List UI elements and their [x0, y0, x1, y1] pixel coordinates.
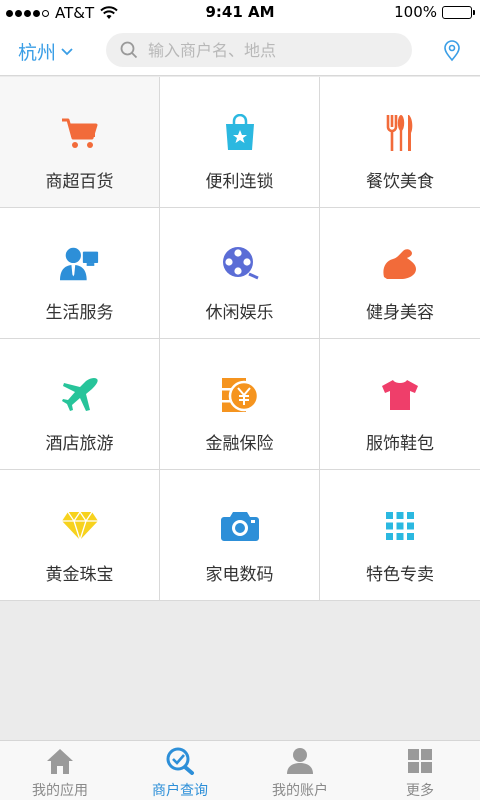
app-screen: AT&T 9:41 AM 100% 杭州 输入商户名、地点 商超百货 便利连锁 …: [0, 0, 480, 800]
category-leisure[interactable]: 休闲娱乐: [160, 208, 320, 339]
city-selector[interactable]: 杭州: [18, 38, 74, 65]
cutlery-icon: [380, 113, 420, 153]
category-label: 金融保险: [205, 434, 274, 454]
more-grid-icon: [408, 749, 432, 773]
service-person-icon: [59, 244, 100, 284]
shopping-bag-icon: [220, 113, 260, 153]
tab-label: 更多: [406, 783, 434, 799]
header-bar: 杭州: [0, 26, 480, 76]
category-label: 家电数码: [205, 565, 274, 585]
tab-label: 我的账户: [272, 783, 328, 799]
category-grid: 商超百货 便利连锁 餐饮美食 生活服务 休闲娱乐 健身美容 酒店旅游 金融保险 …: [0, 77, 480, 601]
category-apparel[interactable]: 服饰鞋包: [320, 339, 480, 470]
category-jewelry[interactable]: 黄金珠宝: [0, 470, 160, 601]
shopping-cart-icon: [60, 113, 100, 153]
location-pin-icon[interactable]: [442, 40, 462, 62]
category-label: 便利连锁: [205, 172, 274, 192]
battery-icon: [442, 5, 475, 19]
home-icon: [47, 749, 73, 774]
search-box[interactable]: [106, 33, 412, 67]
category-label: 休闲娱乐: [205, 303, 274, 323]
grid-dots-icon: [380, 506, 420, 546]
category-label: 商超百货: [45, 172, 114, 192]
t-shirt-icon: [380, 375, 420, 415]
film-reel-icon: [220, 244, 260, 284]
category-label: 生活服务: [45, 303, 114, 323]
category-specialty[interactable]: 特色专卖: [320, 470, 480, 601]
category-life-service[interactable]: 生活服务: [0, 208, 160, 339]
tab-more[interactable]: 更多: [360, 741, 480, 800]
category-label: 特色专卖: [366, 565, 434, 585]
tab-my-account[interactable]: 我的账户: [240, 741, 360, 800]
airplane-icon: [60, 375, 100, 415]
category-label: 餐饮美食: [366, 172, 434, 192]
chevron-down-icon: [61, 47, 73, 55]
category-dining[interactable]: 餐饮美食: [320, 77, 480, 208]
search-icon: [120, 41, 138, 59]
tab-label: 我的应用: [32, 783, 88, 799]
battery-percent: 100%: [394, 3, 437, 21]
category-label: 酒店旅游: [45, 434, 114, 454]
category-convenience[interactable]: 便利连锁: [160, 77, 320, 208]
tab-merchant-search[interactable]: 商户查询: [120, 741, 240, 800]
category-hotel-travel[interactable]: 酒店旅游: [0, 339, 160, 470]
flexed-arm-icon: [380, 244, 420, 284]
category-finance[interactable]: 金融保险: [160, 339, 320, 470]
category-label: 健身美容: [366, 303, 434, 323]
tab-my-apps[interactable]: 我的应用: [0, 741, 120, 800]
category-electronics[interactable]: 家电数码: [160, 470, 320, 601]
search-check-icon: [166, 747, 194, 775]
category-label: 服饰鞋包: [366, 434, 434, 454]
status-bar: AT&T 9:41 AM 100%: [0, 0, 480, 26]
search-input[interactable]: [148, 40, 398, 60]
bottom-tab-bar: 我的应用 商户查询 我的账户 更多: [0, 740, 480, 800]
user-icon: [287, 748, 313, 774]
category-label: 黄金珠宝: [45, 565, 114, 585]
battery-status: 100%: [394, 3, 475, 21]
finance-yen-icon: [220, 375, 260, 415]
category-mall[interactable]: 商超百货: [0, 77, 160, 208]
diamond-icon: [60, 506, 100, 546]
tab-label: 商户查询: [152, 783, 208, 799]
city-name: 杭州: [18, 42, 57, 64]
camera-icon: [220, 506, 260, 546]
category-fitness[interactable]: 健身美容: [320, 208, 480, 339]
